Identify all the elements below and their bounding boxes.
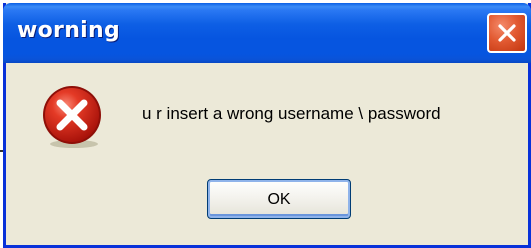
dialog-body: u r insert a wrong username \ password O… — [6, 63, 528, 245]
error-icon — [43, 86, 101, 148]
ok-button-label: OK — [267, 190, 291, 208]
dialog-title: worning — [17, 18, 121, 43]
ok-button[interactable]: OK — [207, 179, 351, 219]
error-message: u r insert a wrong username \ password — [142, 104, 441, 123]
close-button[interactable] — [487, 13, 527, 53]
title-bar[interactable]: worning — [3, 3, 531, 63]
error-dialog: worning u r insert a wrong username \ pa… — [3, 3, 531, 248]
close-icon — [498, 24, 516, 42]
